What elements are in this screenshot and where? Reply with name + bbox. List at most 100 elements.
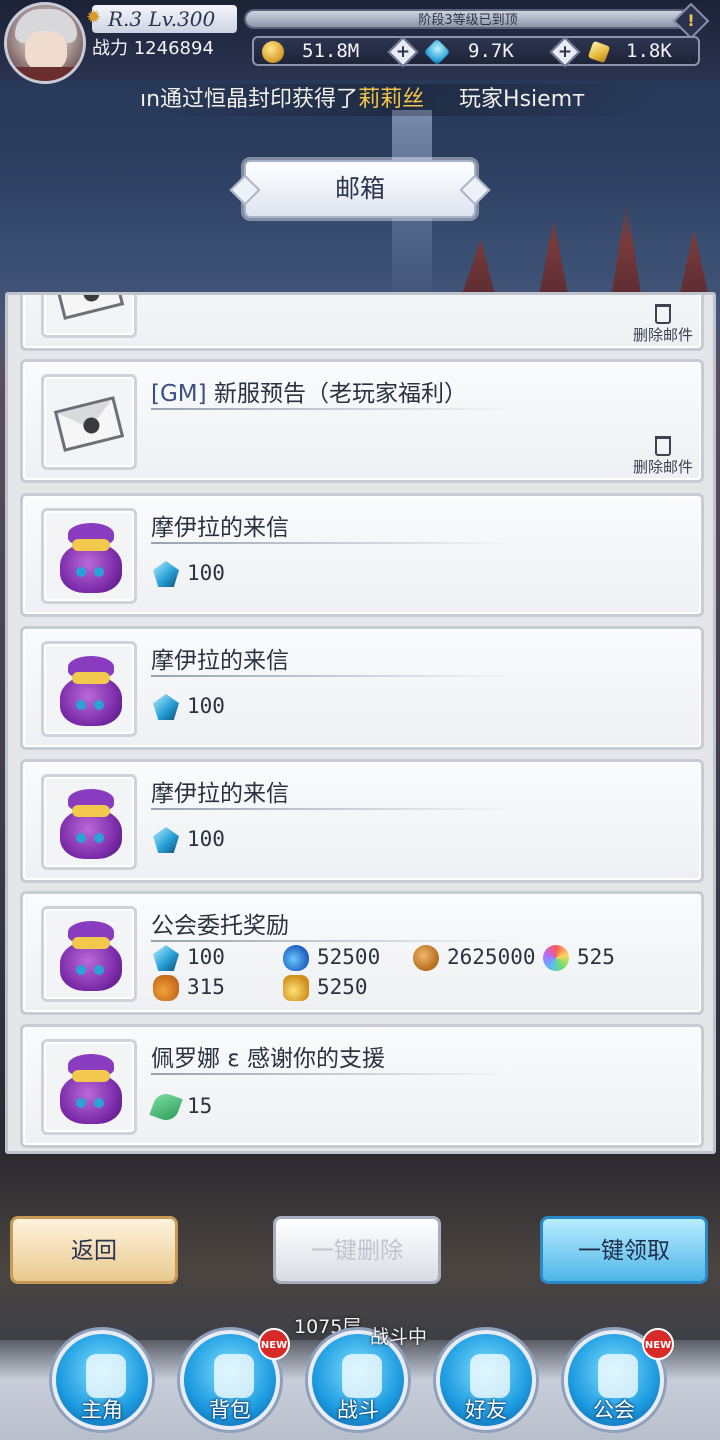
golden-basket-icon (283, 975, 309, 1001)
reward-item: 2625000 (413, 942, 536, 972)
reward-value: 15 (187, 1094, 213, 1118)
gem-icon (153, 945, 179, 971)
delete-mail-button[interactable]: 删除邮件 (633, 304, 693, 344)
mail-title: 摩伊拉的来信 (151, 648, 289, 674)
potion-icon (283, 945, 309, 971)
reward-value: 5250 (317, 975, 368, 999)
gold-coin-icon (262, 41, 284, 63)
mail-icon-box (41, 1039, 137, 1135)
stage-notice: 阶段3等级已到顶 (418, 13, 518, 28)
handshake-icon (470, 1354, 510, 1398)
reward-item: 100 (153, 691, 225, 721)
nav-label: 背包 (209, 1398, 251, 1422)
gold-coin-value: 51.8M (302, 40, 360, 62)
add-gem-button[interactable]: + (549, 36, 581, 68)
title-underline (151, 808, 516, 810)
mail-title: 摩伊拉的来信 (151, 515, 289, 541)
back-button[interactable]: 返回 (10, 1216, 178, 1284)
stage-progress-bar: 阶段3等级已到顶 (244, 9, 692, 29)
gm-tag: [GM] (151, 381, 207, 407)
blue-gem-icon (423, 38, 451, 66)
reward-item: 52500 (283, 942, 381, 972)
player-avatar[interactable] (4, 2, 86, 84)
combat-power: 战力 1246894 (92, 36, 252, 62)
reward-value: 100 (187, 561, 225, 585)
reward-item: 100 (153, 942, 225, 972)
wax-seal-icon (81, 295, 102, 304)
mail-item[interactable]: 删除邮件 (20, 295, 704, 351)
gem-icon (153, 827, 179, 853)
reward-item: 100 (153, 824, 225, 854)
mail-icon-box (41, 374, 137, 470)
delete-all-button[interactable]: 一键删除 (273, 1216, 441, 1284)
title-underline (151, 675, 516, 677)
claim-all-button[interactable]: 一键领取 (540, 1216, 708, 1284)
nav-label: 好友 (465, 1398, 507, 1422)
reward-item: 525 (543, 942, 615, 972)
new-badge: NEW (642, 1328, 674, 1360)
mail-title: 摩伊拉的来信 (151, 781, 289, 807)
mail-item[interactable]: 摩伊拉的来信 100 (20, 759, 704, 883)
title-underline (151, 542, 516, 544)
fruit-basket-icon (153, 975, 179, 1001)
mail-icon-box (41, 906, 137, 1002)
exclamation-icon: ! (687, 11, 695, 30)
mailbox-title: 邮箱 (244, 160, 476, 218)
reward-item: 315 (153, 972, 225, 1002)
reward-value: 315 (187, 975, 225, 999)
trash-icon (654, 304, 671, 324)
broadcast-ticker: ın通过恒晶封印获得了莉莉丝 玩家Hsiemт (140, 84, 660, 116)
purple-pouch-icon (58, 787, 124, 859)
ticker-prefix: ın通过恒晶封印获得了 (140, 87, 359, 112)
reward-item: 100 (153, 558, 225, 588)
mail-icon-box (41, 508, 137, 604)
envelope-icon (53, 295, 125, 320)
ticker-suffix: 玩家Hsiemт (459, 87, 585, 112)
mail-title: 佩罗娜 ε 感谢你的支援 (151, 1046, 386, 1072)
mail-title-text: 新服预告（老玩家福利） (213, 381, 467, 407)
mail-item[interactable]: 公会委托奖励 100 52500 2625000 525 315 5250 (20, 891, 704, 1015)
delete-mail-label: 删除邮件 (632, 458, 693, 476)
mail-item[interactable]: [GM] 新服预告（老玩家福利） 删除邮件 (20, 359, 704, 483)
nav-label: 战斗 (337, 1398, 379, 1422)
leaf-icon (149, 1090, 183, 1124)
reward-value: 100 (187, 827, 225, 851)
reward-value: 100 (187, 945, 225, 969)
mail-icon-box (41, 295, 137, 338)
mail-title: [GM] 新服预告（老玩家福利） (151, 374, 467, 408)
mail-item[interactable]: 摩伊拉的来信 100 (20, 493, 704, 617)
plus-icon: + (557, 42, 573, 62)
reward-value: 52500 (317, 945, 381, 969)
new-badge: NEW (258, 1328, 290, 1360)
title-underline (151, 408, 516, 410)
trash-icon (654, 436, 671, 456)
ticker-highlight: 莉莉丝 (358, 87, 425, 112)
plus-icon: + (395, 42, 411, 62)
reward-value: 100 (187, 694, 225, 718)
reward-item: 5250 (283, 972, 368, 1002)
delete-mail-label: 删除邮件 (632, 326, 693, 344)
nav-label: 公会 (593, 1398, 635, 1422)
avatar-face (25, 31, 67, 71)
gem-icon (153, 561, 179, 587)
nav-hero[interactable]: 主角 (52, 1330, 152, 1430)
wax-seal-icon (81, 415, 102, 436)
add-gold-button[interactable]: + (387, 36, 419, 68)
crossed-swords-icon (342, 1354, 382, 1398)
rank-level-text: R.3 Lv.300 (108, 7, 216, 31)
mail-title: 公会委托奖励 (151, 913, 289, 939)
mail-item[interactable]: 佩罗娜 ε 感谢你的支援 15 (20, 1024, 704, 1148)
reward-value: 2625000 (447, 945, 536, 969)
gem-icon (153, 694, 179, 720)
nav-friends[interactable]: 好友 (436, 1330, 536, 1430)
gem-value: 9.7K (468, 40, 514, 62)
mail-list-panel[interactable]: 删除邮件 [GM] 新服预告（老玩家福利） 删除邮件 摩伊拉的来信 100 摩伊… (5, 292, 716, 1154)
gold-crystal-icon (587, 40, 611, 64)
bronze-coin-icon (413, 945, 439, 971)
delete-mail-button[interactable]: 删除邮件 (633, 436, 693, 476)
backpack-icon (214, 1354, 254, 1398)
crystal-value: 1.8K (626, 40, 672, 62)
mail-icon-box (41, 641, 137, 737)
hero-icon (86, 1354, 126, 1398)
mail-item[interactable]: 摩伊拉的来信 100 (20, 626, 704, 750)
